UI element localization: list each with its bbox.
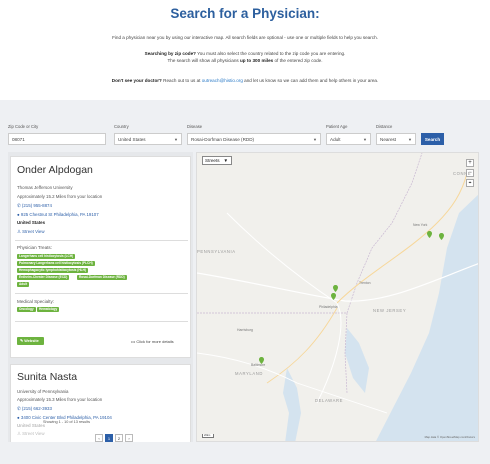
physician-name: Onder Alpdogan xyxy=(17,164,93,176)
specialty-tag: Oncology xyxy=(17,307,36,312)
bay-shape xyxy=(345,328,369,393)
results-count: Showing 1 - 10 of 13 results xyxy=(43,420,91,424)
next-page-button[interactable]: › xyxy=(125,434,133,442)
state-label: PENNSYLVANIA xyxy=(197,249,236,254)
state-label: DELAWARE xyxy=(315,398,343,403)
zoom-in-button[interactable]: + xyxy=(466,159,474,167)
zip-help-text: Searching by zip code? You must also sel… xyxy=(144,51,346,56)
treats-tag: Pulmonary Langerhans cell histiocytosis … xyxy=(17,261,95,266)
treats-tag: Rosai-Dorfman Disease (RDD) xyxy=(77,275,127,280)
physician-phone[interactable]: ✆ (215) 955-8874 xyxy=(17,203,52,209)
map-scale: 20km xyxy=(202,434,214,438)
specialty-tag: Hematology xyxy=(37,307,60,312)
country-select[interactable]: United States ▼ xyxy=(114,133,182,145)
physician-card[interactable]: Onder Alpdogan Thomas Jefferson Universi… xyxy=(10,156,191,358)
physician-phone[interactable]: ✆ (215) 662-3933 xyxy=(17,406,52,412)
pagination: ‹ 1 2 › xyxy=(95,434,133,442)
city-label: Philadelphia xyxy=(319,305,338,309)
physician-institution: University of Pennsylvania xyxy=(17,389,69,394)
country-label: Country xyxy=(114,124,129,129)
map-pin-icon[interactable] xyxy=(331,293,336,300)
street-view-link[interactable]: ♙ Street View xyxy=(17,431,45,437)
highway xyxy=(266,307,338,384)
specialty-label: Medical Specialty: xyxy=(17,299,55,304)
locate-icon[interactable]: ⌖ xyxy=(466,179,474,187)
divider xyxy=(15,293,188,294)
state-label: MARYLAND xyxy=(235,371,263,376)
street-view-link[interactable]: ♙ Street View xyxy=(17,229,45,235)
disease-select[interactable]: Rosai-Dorfman Disease (RDD) ▼ xyxy=(187,133,321,145)
website-button[interactable]: ✎ Website xyxy=(17,337,44,345)
divider xyxy=(15,240,188,241)
hero-section: Search for a Physician: Find a physician… xyxy=(0,0,490,100)
map-pin-icon[interactable] xyxy=(333,285,338,292)
physician-country: United States xyxy=(17,423,46,428)
treats-tag: Hemophagocytic lymphohistiocytosis (HLH) xyxy=(17,268,88,273)
page-button-1[interactable]: 1 xyxy=(105,434,113,442)
physician-distance: Approximately 15.3 Miles from your locat… xyxy=(17,397,103,402)
chevron-down-icon: ▼ xyxy=(313,137,317,142)
divider xyxy=(15,321,188,322)
state-label: NEW JERSEY xyxy=(373,308,407,313)
road xyxy=(197,263,478,302)
radius-help-text: The search will show all physicians up t… xyxy=(167,58,323,63)
state-label: CONNE xyxy=(453,171,472,176)
results-list[interactable]: Onder Alpdogan Thomas Jefferson Universi… xyxy=(8,152,193,442)
distance-select[interactable]: Nearest ▼ xyxy=(376,133,416,145)
age-select[interactable]: Adult ▼ xyxy=(326,133,371,145)
treats-tag: Adult xyxy=(17,282,30,287)
physician-card[interactable]: Sunita Nasta University of Pennsylvania … xyxy=(10,364,191,442)
zip-label: Zip Code or City xyxy=(8,124,39,129)
map-layer-select[interactable]: Streets ▼ xyxy=(202,156,232,165)
physician-name: Sunita Nasta xyxy=(17,371,78,383)
treats-tag: Langerhans cell histiocytosis (LCH) xyxy=(17,254,76,259)
zip-input[interactable]: 08071 xyxy=(8,133,106,145)
search-button[interactable]: Search xyxy=(421,133,444,145)
chevron-down-icon: ▼ xyxy=(363,137,367,142)
physician-address[interactable]: ● 925 Chestnut St Philadelphia, PA 19107 xyxy=(17,212,99,217)
prev-page-button[interactable]: ‹ xyxy=(95,434,103,442)
disease-label: Disease xyxy=(187,124,203,129)
map-pin-icon[interactable] xyxy=(439,233,444,240)
treats-label: Physician Treats: xyxy=(17,245,52,250)
map-view[interactable]: Streets ▼ + − ⌖ PENNSYLVANIA NEW JERSEY M… xyxy=(196,152,479,442)
treats-tag: Erdheim-Chester Disease (ECD) xyxy=(17,275,70,280)
outreach-email-link[interactable]: outreach@histio.org xyxy=(202,78,243,83)
page-title: Search for a Physician: xyxy=(170,6,320,21)
physician-institution: Thomas Jefferson University xyxy=(17,185,73,190)
chevron-down-icon: ▼ xyxy=(223,158,228,163)
physician-country: United States xyxy=(17,220,46,225)
age-label: Patient Age xyxy=(326,124,348,129)
intro-text: Find a physician near you by using our i… xyxy=(112,35,378,40)
state-border xyxy=(197,153,423,314)
missing-doctor-text: Don't see your doctor? Reach out to us a… xyxy=(111,78,379,83)
more-details-link[interactable]: ••• Click for more details xyxy=(131,339,174,344)
chesapeake-shape xyxy=(283,368,301,441)
distance-label: Distance xyxy=(376,124,393,129)
map-pin-icon[interactable] xyxy=(427,231,432,238)
city-label: Harrisburg xyxy=(237,328,253,332)
city-label: Trenton xyxy=(359,281,371,285)
chevron-down-icon: ▼ xyxy=(408,137,412,142)
map-pin-icon[interactable] xyxy=(259,357,264,364)
chevron-down-icon: ▼ xyxy=(174,137,178,142)
map-attribution[interactable]: Map data © OpenStreetMap contributors xyxy=(425,435,475,439)
page-button-2[interactable]: 2 xyxy=(115,434,123,442)
physician-distance: Approximately 15.2 Miles from your locat… xyxy=(17,194,103,199)
city-label: New York xyxy=(413,223,428,227)
